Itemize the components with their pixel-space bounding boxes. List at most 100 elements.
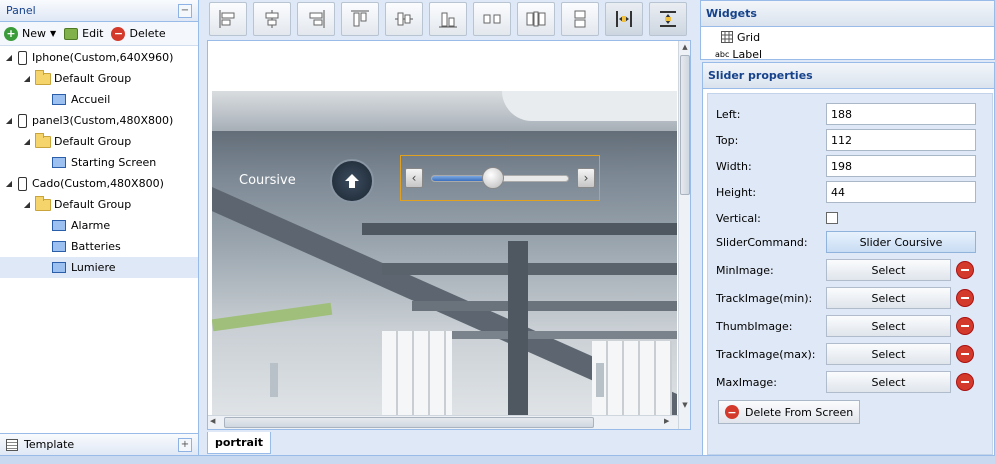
screen-icon [52,241,66,252]
coursive-slider[interactable]: ‹ › [400,155,600,201]
slider-increase-icon[interactable]: › [577,168,595,188]
height-row: Height: [716,180,986,204]
align-middle-button[interactable] [385,2,423,36]
center-vertical-icon [660,11,676,27]
tree-node-group[interactable]: ◢ Default Group [0,68,198,89]
distribute-h-icon [483,14,501,24]
expand-triangle-icon[interactable]: ◢ [22,200,32,209]
slider-properties-title: Slider properties [708,69,813,82]
max-image-label: MaxImage: [716,375,777,389]
expand-triangle-icon[interactable]: ◢ [4,179,14,188]
screen-canvas: Coursive ‹ › ▲ ▼ ◀ ▶ [207,40,691,430]
track-min-row: TrackImage(min): Select [716,286,986,310]
delete-from-screen-button[interactable]: − Delete From Screen [718,400,861,424]
width-input[interactable] [826,155,976,177]
track-max-remove-icon[interactable] [956,345,974,363]
scroll-right-icon[interactable]: ▶ [664,417,674,429]
width-label: Width: [716,159,752,173]
scroll-up-icon[interactable]: ▲ [680,43,690,53]
slider-properties-panel: Slider properties Left: Top: Width: Heig… [702,62,995,462]
widget-label: Label [732,47,763,60]
delete-button[interactable]: − Delete [111,26,166,41]
panel-header: Panel − [0,0,198,22]
thumb-image-select-button[interactable]: Select [826,315,951,337]
tree-node-screen[interactable]: Batteries [0,236,198,257]
horizontal-scrollbar[interactable]: ◀ ▶ [208,415,678,429]
align-right-button[interactable] [297,2,335,36]
template-label: Template [24,438,75,451]
widget-item-label[interactable]: abc Label [701,47,994,60]
tree-node-group[interactable]: ◢ Default Group [0,194,198,215]
tree-node-device[interactable]: ◢ Cado(Custom,480X800) [0,173,198,194]
new-button[interactable]: + New ▼ [4,26,56,41]
align-center-h-icon [265,10,279,28]
slider-command-label: SliderCommand: [716,235,808,249]
coursive-label[interactable]: Coursive [239,173,296,188]
thumb-image-remove-icon[interactable] [956,317,974,335]
tree-node-screen[interactable]: Accueil [0,89,198,110]
track-max-label: TrackImage(max): [716,347,816,361]
expand-triangle-icon[interactable]: ◢ [4,53,14,62]
align-top-button[interactable] [341,2,379,36]
max-image-select-button[interactable]: Select [826,371,951,393]
center-horizontal-button[interactable] [605,2,643,36]
expand-triangle-icon[interactable]: ◢ [22,74,32,83]
collapse-button[interactable]: − [178,3,192,18]
tree-node-label: Starting Screen [71,156,157,169]
tree-node-screen-selected[interactable]: Lumiere [0,257,198,278]
top-input[interactable] [826,129,976,151]
scroll-down-icon[interactable]: ▼ [680,401,690,411]
slider-thumb[interactable] [482,167,505,189]
tree-node-device[interactable]: ◢ Iphone(Custom,640X960) [0,47,198,68]
distribute-v-button[interactable] [517,2,555,36]
tree-node-device[interactable]: ◢ panel3(Custom,480X800) [0,110,198,131]
tab-portrait[interactable]: portrait [207,432,271,454]
align-center-h-button[interactable] [253,2,291,36]
template-panel-header[interactable]: Template + [0,433,198,455]
vertical-row: Vertical: [716,206,986,230]
vertical-scroll-thumb[interactable] [680,55,690,195]
folder-icon [35,132,51,148]
max-image-remove-icon[interactable] [956,373,974,391]
track-min-select-button[interactable]: Select [826,287,951,309]
tree-node-screen[interactable]: Alarme [0,215,198,236]
edit-icon [64,27,79,40]
align-bottom-icon [439,12,457,28]
folder-icon [35,69,51,85]
screen-tree: ◢ Iphone(Custom,640X960) ◢ Default Group… [0,46,198,278]
tree-node-label: Iphone(Custom,640X960) [32,51,174,64]
center-vertical-button[interactable] [649,2,687,36]
right-panel: Widgets Grid abc Label Slider properties… [700,0,995,464]
min-image-select-button[interactable]: Select [826,259,951,281]
track-min-remove-icon[interactable] [956,289,974,307]
height-input[interactable] [826,181,976,203]
template-add-button[interactable]: + [178,437,192,452]
edit-button[interactable]: Edit [64,27,103,40]
slider-decrease-icon[interactable]: ‹ [405,168,423,188]
vertical-scrollbar[interactable]: ▲ ▼ [678,41,690,429]
up-arrow-button[interactable] [330,159,374,203]
designer-area: Coursive ‹ › ▲ ▼ ◀ ▶ portrait [201,0,695,464]
track-max-select-button[interactable]: Select [826,343,951,365]
height-label: Height: [716,185,757,199]
tree-node-screen[interactable]: Starting Screen [0,152,198,173]
tree-node-label: Default Group [54,135,132,148]
left-input[interactable] [826,103,976,125]
scroll-left-icon[interactable]: ◀ [210,417,220,429]
align-bottom-button[interactable] [429,2,467,36]
min-image-remove-icon[interactable] [956,261,974,279]
expand-triangle-icon[interactable]: ◢ [4,116,14,125]
vertical-checkbox[interactable] [826,212,838,224]
horizontal-scroll-thumb[interactable] [224,417,594,428]
tree-node-group[interactable]: ◢ Default Group [0,131,198,152]
widget-item-grid[interactable]: Grid [701,27,994,47]
distribute-h-button[interactable] [473,2,511,36]
slider-command-button[interactable]: Slider Coursive [826,231,976,253]
align-left-button[interactable] [209,2,247,36]
expand-triangle-icon[interactable]: ◢ [22,137,32,146]
stack-button[interactable] [561,2,599,36]
slider-properties-header: Slider properties [703,63,994,89]
delete-icon: − [725,405,739,419]
template-icon [6,438,18,451]
track-max-row: TrackImage(max): Select [716,342,986,366]
